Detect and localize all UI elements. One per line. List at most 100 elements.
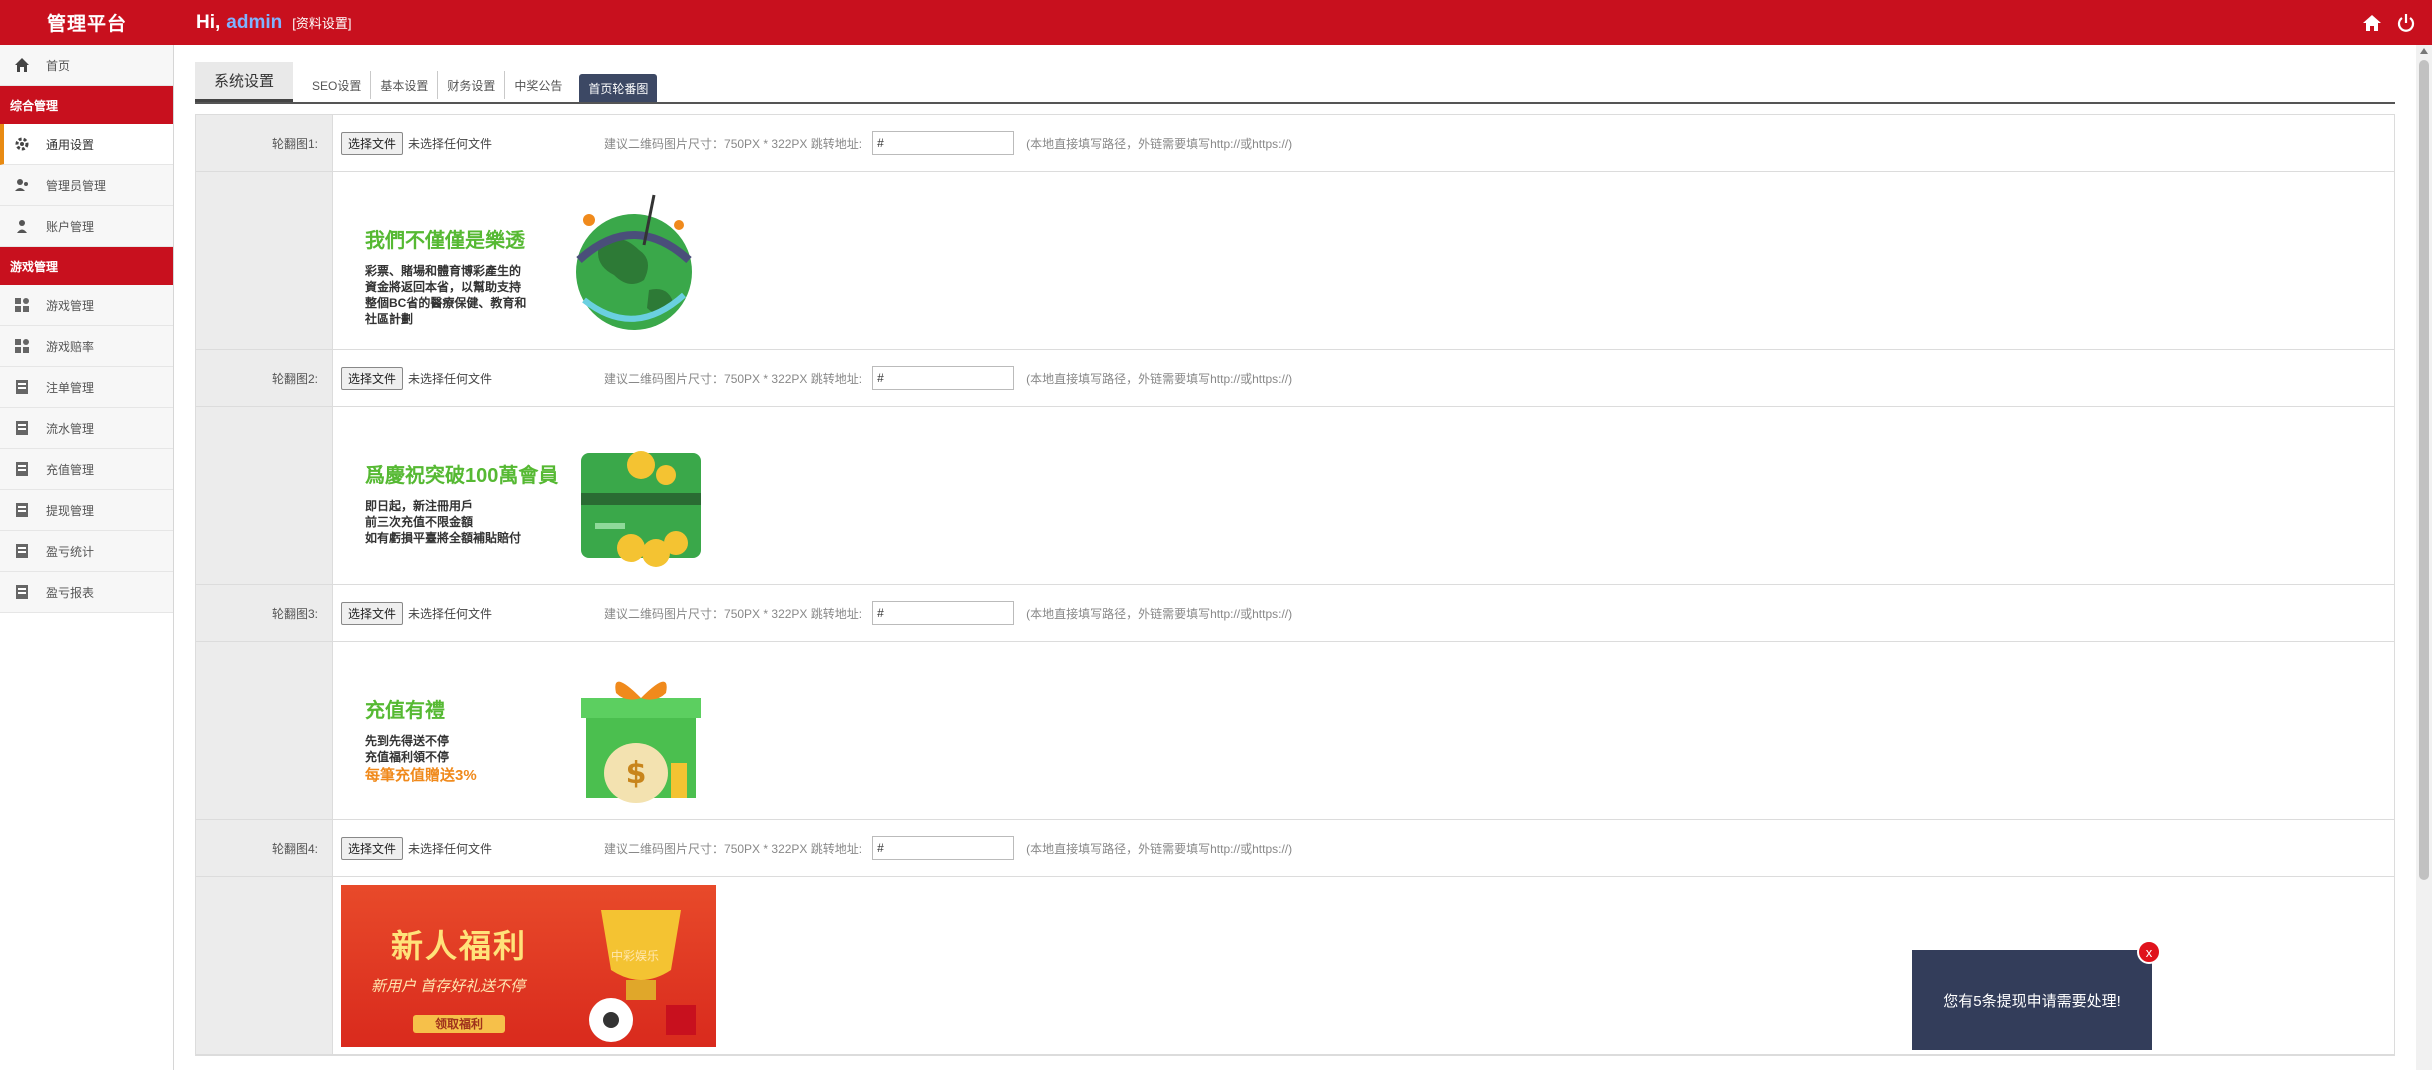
redirect-url-input[interactable] [872,131,1015,155]
banner-line: 即日起，新注冊用戶 [365,498,474,513]
greeting: Hi, admin [资料设置] [196,0,351,45]
sidebar-item-label: 账户管理 [46,219,95,234]
ledger-icon [12,541,32,561]
apps-icon [12,336,32,356]
scroll-thumb[interactable] [2419,60,2429,880]
carousel-label: 轮翻图1: [196,115,333,171]
redirect-url-input[interactable] [872,366,1015,390]
sidebar-item-label: 盈亏报表 [46,585,95,600]
gift-box-illustration: $ [581,681,701,803]
tab-system-settings[interactable]: 系统设置 [195,62,293,102]
brand-title: 管理平台 [46,14,127,35]
close-icon[interactable]: x [2137,940,2161,964]
greeting-text: Hi, [196,11,221,33]
tab-finance-settings[interactable]: 财务设置 [438,71,506,99]
ledger-icon [12,377,32,397]
sidebar-item-recharge-management[interactable]: 充值管理 [0,449,173,490]
carousel-label: 轮翻图3: [196,585,333,641]
banner-brand: 中彩娱乐 [611,948,660,963]
sidebar-item-game-management[interactable]: 游戏管理 [0,285,173,326]
card-coins-illustration [581,450,701,567]
tab-basic-settings[interactable]: 基本设置 [371,71,439,99]
username: admin [226,11,283,33]
sidebar-item-profit-report[interactable]: 盈亏报表 [0,572,173,613]
banner-line: 彩票、賭場和體育博彩產生的 [365,263,522,278]
scroll-up-icon[interactable] [2420,48,2428,54]
sidebar-item-withdraw-management[interactable]: 提现管理 [0,490,173,531]
url-note: (本地直接填写路径，外链需要填写http://或https://) [1026,136,1293,151]
banner-highlight: 每筆充值贈送3% [365,766,477,784]
user-icon [12,216,32,236]
redirect-url-input[interactable] [872,836,1015,860]
carousel-row-4: 轮翻图4: 选择文件 未选择任何文件 建议二维码图片尺寸：750PX * 322… [196,820,2394,877]
sidebar: 首页 综合管理 通用设置 管理员管理 账户管理 游戏管理 游戏管理 游戏赔率 注… [0,45,174,1070]
choose-file-button[interactable]: 选择文件 [341,131,404,155]
settings-tabs: 系统设置 SEO设置 基本设置 财务设置 中奖公告 首页轮番图 [195,62,2395,104]
carousel-row-2: 轮翻图2: 选择文件 未选择任何文件 建议二维码图片尺寸：750PX * 322… [196,350,2394,407]
tab-winning-notice[interactable]: 中奖公告 [505,71,571,99]
svg-text:$: $ [626,756,647,791]
sidebar-section-general: 综合管理 [0,86,173,124]
banner-line: 充值福利領不停 [365,749,450,764]
notification-text: 您有5条提现申请需要处理! [1943,992,2121,1010]
tab-homepage-carousel[interactable]: 首页轮番图 [579,74,658,102]
sidebar-item-bet-management[interactable]: 注单管理 [0,367,173,408]
sidebar-item-home[interactable]: 首页 [0,45,173,86]
users-icon [12,175,32,195]
carousel-row-1: 轮翻图1: 选择文件 未选择任何文件 建议二维码图片尺寸：750PX * 322… [196,115,2394,172]
banner-title: 充值有禮 [365,699,445,722]
banner-line: 整個BC省的醫療保健、教育和 [365,295,527,310]
file-status: 未选择任何文件 [408,606,493,621]
file-status: 未选择任何文件 [408,136,493,151]
tab-seo-settings[interactable]: SEO设置 [303,71,372,99]
ledger-icon [12,418,32,438]
sidebar-item-label: 游戏赔率 [46,339,95,354]
file-status: 未选择任何文件 [408,371,493,386]
size-hint: 建议二维码图片尺寸：750PX * 322PX 跳转地址: [604,606,863,621]
choose-file-button[interactable]: 选择文件 [341,836,404,860]
profile-settings-link[interactable]: [资料设置] [292,13,351,32]
file-status: 未选择任何文件 [408,841,493,856]
sidebar-item-label: 注单管理 [46,380,95,395]
power-icon[interactable] [2396,13,2416,33]
sidebar-item-label: 首页 [46,58,71,73]
sidebar-item-label: 管理员管理 [46,178,107,193]
banner-preview-4: 新人福利 新用户 首存好礼送不停 领取福利 中彩娱乐 [341,884,716,1047]
globe-illustration [576,194,692,330]
page-scrollbar[interactable] [2416,45,2432,1070]
sidebar-item-label: 游戏管理 [46,298,95,313]
banner-line: 社區計劃 [365,311,414,326]
home-icon[interactable] [2362,13,2382,33]
carousel-preview-row-2: 爲慶祝突破100萬會員 即日起，新注冊用戶 前三次充值不限金額 如有虧損平臺將全… [196,407,2394,585]
banner-line: 資金將返回本省，以幫助支持 [365,279,522,294]
carousel-form: 轮翻图1: 选择文件 未选择任何文件 建议二维码图片尺寸：750PX * 322… [195,114,2395,1056]
size-hint: 建议二维码图片尺寸：750PX * 322PX 跳转地址: [604,136,863,151]
choose-file-button[interactable]: 选择文件 [341,601,404,625]
carousel-label: 轮翻图2: [196,350,333,406]
size-hint: 建议二维码图片尺寸：750PX * 322PX 跳转地址: [604,841,863,856]
sidebar-item-label: 盈亏统计 [46,544,95,559]
banner-claim-button: 领取福利 [413,1014,505,1033]
redirect-url-input[interactable] [872,601,1015,625]
banner-preview-1: 我們不僅僅是樂透 彩票、賭場和體育博彩產生的 資金將返回本省，以幫助支持 整個B… [341,180,716,342]
banner-title: 爲慶祝突破100萬會員 [365,464,559,487]
carousel-preview-row-1: 我們不僅僅是樂透 彩票、賭場和體育博彩產生的 資金將返回本省，以幫助支持 整個B… [196,172,2394,350]
top-header: 管理平台 Hi, admin [资料设置] [0,0,2432,45]
sidebar-item-general-settings[interactable]: 通用设置 [0,124,173,165]
sidebar-item-game-odds[interactable]: 游戏赔率 [0,326,173,367]
url-note: (本地直接填写路径，外链需要填写http://或https://) [1026,841,1293,856]
ledger-icon [12,459,32,479]
banner-line: 先到先得送不停 [365,733,450,748]
banner-line: 如有虧損平臺將全額補貼賠付 [365,530,522,545]
trophy-illustration [589,909,696,1042]
sidebar-item-admin-management[interactable]: 管理员管理 [0,165,173,206]
sidebar-item-profit-stats[interactable]: 盈亏统计 [0,531,173,572]
sidebar-item-flow-management[interactable]: 流水管理 [0,408,173,449]
banner-line: 前三次充值不限金額 [365,514,474,529]
sidebar-item-label: 流水管理 [46,421,95,436]
choose-file-button[interactable]: 选择文件 [341,366,404,390]
url-note: (本地直接填写路径，外链需要填写http://或https://) [1026,606,1293,621]
size-hint: 建议二维码图片尺寸：750PX * 322PX 跳转地址: [604,371,863,386]
sidebar-item-account-management[interactable]: 账户管理 [0,206,173,247]
carousel-row-3: 轮翻图3: 选择文件 未选择任何文件 建议二维码图片尺寸：750PX * 322… [196,585,2394,642]
